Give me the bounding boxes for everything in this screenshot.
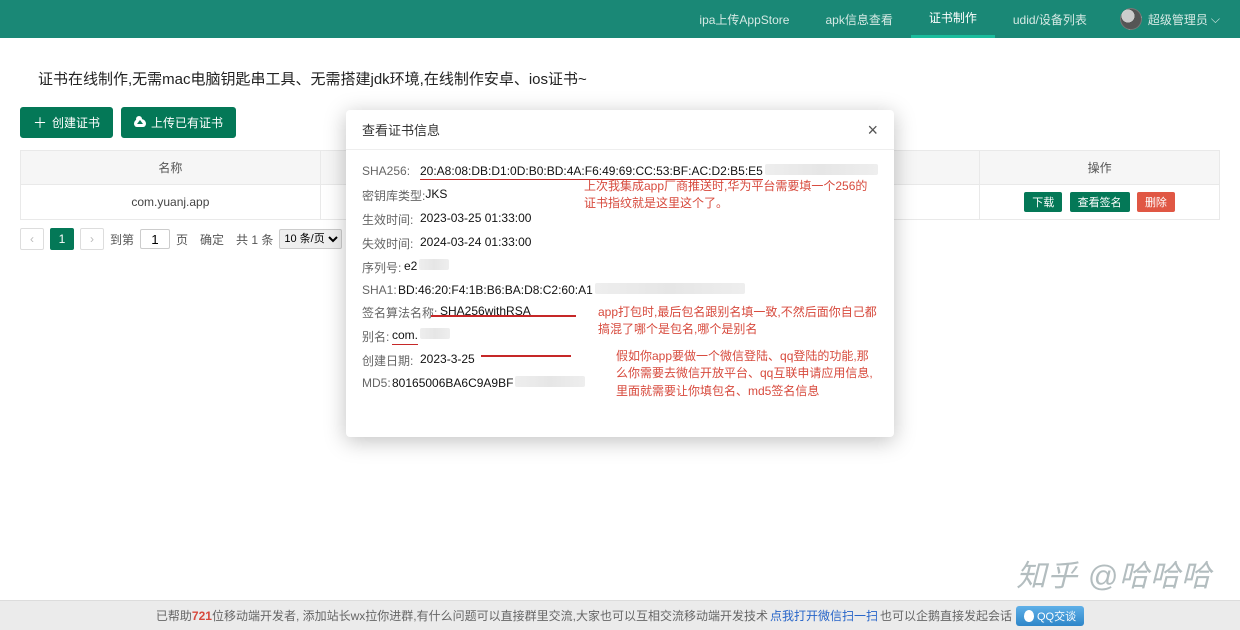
start-label: 生效时间: — [362, 211, 420, 228]
cert-info-modal: 查看证书信息 × SHA256:20:A8:08:DB:D1:0D:B0:BD:… — [346, 110, 894, 437]
qq-label: QQ交谈 — [1037, 608, 1076, 624]
annotation-sha256: 上次我集成app厂商推送时,华为平台需要填一个256的证书指纹就是这里这个了。 — [584, 178, 879, 213]
obscured — [515, 376, 585, 387]
footer-t3: 也可以企鹅直接发起会话 — [880, 607, 1012, 624]
annotation-line — [481, 355, 571, 357]
annotation-md5: 假如你app要做一个微信登陆、qq登陆的功能,那么你需要去微信开放平台、qq互联… — [616, 348, 876, 400]
serial-value: e2 — [404, 259, 417, 276]
create-label: 创建日期: — [362, 352, 420, 369]
close-icon[interactable]: × — [867, 121, 878, 139]
annotation-alias: app打包时,最后包名跟别名填一致,不然后面你自己都搞混了哪个是包名,哪个是别名 — [598, 304, 878, 339]
md5-label: MD5: — [362, 376, 392, 390]
algo-value: SHA256withRSA — [440, 304, 531, 321]
footer-t1: 已帮助 — [156, 607, 192, 624]
qq-icon — [1024, 610, 1034, 622]
obscured — [420, 328, 450, 339]
end-label: 失效时间: — [362, 235, 420, 252]
wechat-link[interactable]: 点我打开微信扫一扫 — [770, 607, 878, 624]
watermark: 知乎 @哈哈哈 — [1016, 551, 1212, 595]
keystore-label: 密钥库类型: — [362, 187, 425, 204]
keystore-value: JKS — [425, 187, 447, 204]
footer-bar: 已帮助 721 位移动端开发者, 添加站长wx拉你进群,有什么问题可以直接群里交… — [0, 600, 1240, 630]
md5-value: 80165006BA6C9A9BF — [392, 376, 513, 390]
end-value: 2024-03-24 01:33:00 — [420, 235, 531, 252]
obscured — [595, 283, 745, 294]
create-value: 2023-3-25 — [420, 352, 475, 369]
serial-label: 序列号: — [362, 259, 404, 276]
annotation-line — [431, 315, 576, 317]
modal-title: 查看证书信息 — [362, 120, 440, 139]
algo-label: 签名算法名称: — [362, 304, 440, 321]
footer-t2: 位移动端开发者, 添加站长wx拉你进群,有什么问题可以直接群里交流,大家也可以互… — [212, 607, 768, 624]
alias-label: 别名: — [362, 328, 392, 345]
footer-count: 721 — [192, 609, 212, 623]
sha1-label: SHA1: — [362, 283, 398, 297]
start-value: 2023-03-25 01:33:00 — [420, 211, 531, 228]
obscured — [765, 164, 878, 175]
qq-chat-button[interactable]: QQ交谈 — [1016, 606, 1084, 626]
sha1-value: BD:46:20:F4:1B:B6:BA:D8:C2:60:A1 — [398, 283, 593, 297]
sha256-label: SHA256: — [362, 164, 420, 180]
alias-value: com. — [392, 328, 418, 345]
obscured — [419, 259, 449, 270]
